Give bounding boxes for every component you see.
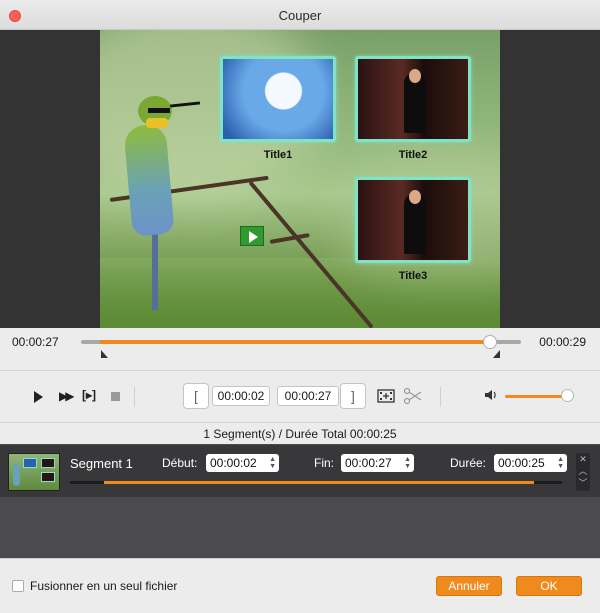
play-segment-icon[interactable]: [▸]	[82, 388, 96, 402]
end-time-field[interactable]: 00:00:27	[277, 386, 339, 406]
start-label: Début:	[162, 456, 198, 470]
segment-duration-value: 00:00:25	[498, 456, 545, 470]
volume-icon[interactable]	[483, 387, 499, 403]
move-up-icon[interactable]: ︿	[576, 465, 590, 477]
stop-icon[interactable]	[111, 392, 120, 401]
fast-forward-icon[interactable]: ▶▶	[59, 389, 75, 403]
window-title: Couper	[278, 8, 322, 23]
volume-slider[interactable]	[505, 395, 567, 398]
segment-range	[104, 481, 534, 484]
segment-tools: ✕ ︿ ﹀	[576, 453, 590, 491]
title-bar: Couper	[0, 0, 600, 30]
segment-list: Segment 1 Début: 00:00:02 ▲ ▼ Fin: 00:00:…	[0, 444, 600, 558]
timeline-bar: 00:00:27 00:00:29	[0, 328, 600, 370]
end-marker-icon[interactable]	[493, 350, 500, 358]
video-preview: Title1 Title2 Title3	[0, 30, 600, 328]
dvd-title-2[interactable]: Title2	[355, 56, 471, 161]
playhead-handle[interactable]	[483, 335, 497, 349]
title-thumbnail	[355, 56, 471, 142]
playback-controls: ▶▶ [▸] [ 00:00:02 00:00:27 ]	[0, 370, 600, 422]
merge-checkbox[interactable]	[12, 580, 24, 592]
stepper-icon[interactable]: ▲ ▼	[557, 456, 564, 470]
set-start-button[interactable]: [	[183, 383, 209, 409]
split-scissors-icon[interactable]	[403, 387, 423, 405]
segment-progress-bar	[70, 481, 562, 484]
video-frame: Title1 Title2 Title3	[100, 30, 500, 328]
volume-handle[interactable]	[561, 389, 574, 402]
merge-label: Fusionner en un seul fichier	[30, 579, 178, 593]
total-time: 00:00:29	[539, 335, 586, 349]
delete-segment-icon[interactable]: ✕	[576, 453, 590, 465]
segment-summary: 1 Segment(s) / Durée Total 00:00:25	[0, 422, 600, 444]
title-label: Title2	[398, 149, 428, 161]
title-thumbnail	[220, 56, 336, 142]
segment-start-field[interactable]: 00:00:02 ▲ ▼	[206, 454, 279, 472]
segment-start-value: 00:00:02	[210, 456, 257, 470]
end-label: Fin:	[314, 456, 335, 470]
segment-row[interactable]: Segment 1 Début: 00:00:02 ▲ ▼ Fin: 00:00:…	[0, 445, 600, 497]
set-end-button[interactable]: ]	[340, 383, 366, 409]
add-segment-icon[interactable]	[377, 387, 395, 405]
title-label: Title3	[398, 270, 428, 282]
play-icon[interactable]	[34, 391, 43, 403]
segment-thumbnail	[8, 453, 60, 491]
title-label: Title1	[263, 149, 293, 161]
timeline-selection	[100, 340, 490, 344]
title-thumbnail	[355, 177, 471, 263]
segment-name: Segment 1	[70, 456, 133, 471]
stepper-icon[interactable]: ▲ ▼	[404, 456, 411, 470]
stepper-icon[interactable]: ▲ ▼	[269, 456, 276, 470]
dvd-title-3[interactable]: Title3	[355, 177, 471, 282]
dialog-footer: Fusionner en un seul fichier Annuler OK	[0, 558, 600, 613]
start-time-field[interactable]: 00:00:02	[212, 386, 270, 406]
move-down-icon[interactable]: ﹀	[576, 477, 590, 489]
timeline-track[interactable]	[81, 335, 521, 349]
segment-duration-field[interactable]: 00:00:25 ▲ ▼	[494, 454, 567, 472]
ok-button[interactable]: OK	[516, 576, 582, 596]
menu-play-icon[interactable]	[240, 226, 264, 246]
dvd-title-1[interactable]: Title1	[220, 56, 336, 161]
cancel-button[interactable]: Annuler	[436, 576, 502, 596]
segment-end-field[interactable]: 00:00:27 ▲ ▼	[341, 454, 414, 472]
duration-label: Durée:	[450, 456, 487, 470]
start-marker-icon[interactable]	[101, 350, 108, 358]
current-time: 00:00:27	[12, 335, 59, 349]
segment-end-value: 00:00:27	[345, 456, 392, 470]
